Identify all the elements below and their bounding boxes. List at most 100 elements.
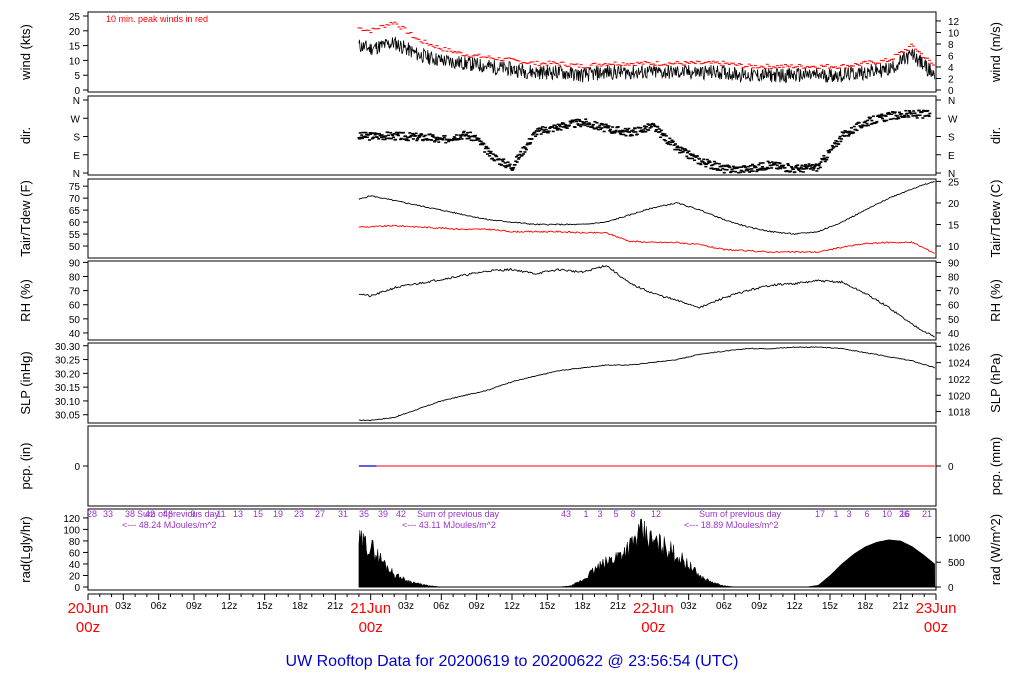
rh-right-tick-label: 50 <box>948 315 960 326</box>
day-label: 20Jun <box>68 600 109 617</box>
rad-ylabel: rad(Lgly/hr) <box>18 516 33 582</box>
x-tick-label: 15z <box>822 601 838 612</box>
panel-frame-slp <box>87 342 937 424</box>
rad-left-tick-label: 100 <box>63 525 80 536</box>
rad-note: Sum of previous day <box>699 509 782 519</box>
wind-right-tick-label: 12 <box>948 17 960 28</box>
temp-left-tick-label: 55 <box>69 230 81 241</box>
rh-right-tick-label: 40 <box>948 329 960 340</box>
rad-hour-label: 38 <box>125 509 135 519</box>
slp-right-tick-label: 1026 <box>948 342 971 353</box>
day-label-hour: 00z <box>924 619 948 636</box>
x-tick-label: 09z <box>186 601 202 612</box>
dir-left-tick-label: S <box>73 133 80 144</box>
slp-ylabel: SLP (inHg) <box>18 351 33 414</box>
x-tick-label: 06z <box>151 601 167 612</box>
dir-right-tick-label: E <box>948 151 955 162</box>
day-label-hour: 00z <box>76 619 100 636</box>
rad-hour-label: 26 <box>899 509 909 519</box>
x-tick-label: 21z <box>893 601 909 612</box>
rad-hour-label: 21 <box>922 509 932 519</box>
rad-hour-label: 3 <box>846 509 851 519</box>
panel-frame-dir <box>87 95 937 176</box>
panel-frame-wind <box>87 11 937 93</box>
dir-right-tick-label: W <box>948 114 958 125</box>
slp-left-tick-label: 30.05 <box>55 411 80 422</box>
rh-right-tick-label: 80 <box>948 273 960 284</box>
slp-left-tick-label: 30.15 <box>55 383 80 394</box>
rad-left-tick-label: 120 <box>63 514 80 525</box>
wind-right-tick-label: 10 <box>948 28 960 39</box>
x-tick-label: 03z <box>398 601 414 612</box>
wind-ylabel-right: wind (m/s) <box>988 22 1003 83</box>
temp-right-tick-label: 20 <box>948 199 960 210</box>
rad-hour-label: 17 <box>815 509 825 519</box>
temp-left-tick-label: 60 <box>69 218 81 229</box>
rad-hour-label: 23 <box>294 509 304 519</box>
day-label: 22Jun <box>633 600 674 617</box>
rad-left-tick-label: 60 <box>69 548 81 559</box>
chart-title: UW Rooftop Data for 20200619 to 20200622… <box>286 653 739 670</box>
pcp-right-tick-label: 0 <box>948 462 954 473</box>
rh-left-tick-label: 60 <box>69 301 81 312</box>
rad-hour-label: 12 <box>651 509 661 519</box>
x-tick-label: 09z <box>469 601 485 612</box>
x-tick-label: 15z <box>539 601 555 612</box>
slp-series <box>358 346 936 422</box>
temp-series-dew <box>358 224 935 254</box>
day-label: 21Jun <box>350 600 391 617</box>
slp-right-tick-label: 1022 <box>948 375 971 386</box>
day-label: 23Jun <box>916 600 957 617</box>
rh-right-tick-label: 90 <box>948 258 960 269</box>
panel-frame-temp <box>87 178 937 259</box>
rad-hour-label: 1 <box>833 509 838 519</box>
rad-note-line2: <--- 48.24 MJoules/m^2 <box>122 520 217 530</box>
slp-left-tick-label: 30.30 <box>55 342 80 353</box>
wind-right-tick-label: 8 <box>948 40 954 51</box>
temp-right-tick-label: 25 <box>948 177 960 188</box>
rad-left-tick-label: 80 <box>69 537 81 548</box>
dir-left-tick-label: E <box>73 151 80 162</box>
rad-hour-label: 13 <box>233 509 243 519</box>
panel-frame-rh <box>87 260 937 341</box>
rh-left-tick-label: 70 <box>69 287 81 298</box>
day-label-hour: 00z <box>641 619 665 636</box>
rad-hour-label: 43 <box>561 509 571 519</box>
wind-right-tick-label: 4 <box>948 63 954 74</box>
rh-left-tick-label: 80 <box>69 273 81 284</box>
rh-ylabel-right: RH (%) <box>988 279 1003 322</box>
rh-left-tick-label: 40 <box>69 329 81 340</box>
wind-left-tick-label: 20 <box>69 27 81 38</box>
rad-hour-label: 3 <box>597 509 602 519</box>
rh-ylabel: RH (%) <box>18 279 33 322</box>
x-tick-label: 15z <box>257 601 273 612</box>
temp-left-tick-label: 65 <box>69 206 81 217</box>
slp-right-tick-label: 1018 <box>948 408 971 419</box>
dir-left-tick-label: N <box>73 169 80 180</box>
rad-right-tick-label: 0 <box>948 583 954 594</box>
temp-left-tick-label: 75 <box>69 182 81 193</box>
rad-hour-label: 10 <box>882 509 892 519</box>
weather-chart: 0510152025024681012wind (kts) wind (m/s)1… <box>18 11 1003 670</box>
rad-hour-label: 33 <box>103 509 113 519</box>
temp-right-tick-label: 10 <box>948 242 960 253</box>
x-tick-label: 03z <box>115 601 131 612</box>
temp-right-tick-label: 15 <box>948 220 960 231</box>
temp-left-tick-label: 70 <box>69 194 81 205</box>
slp-left-tick-label: 30.20 <box>55 369 80 380</box>
x-tick-label: 09z <box>751 601 767 612</box>
x-tick-label: 03z <box>681 601 697 612</box>
wind-series-mean <box>358 36 936 84</box>
rh-left-tick-label: 90 <box>69 258 81 269</box>
dir-ylabel-right: dir. <box>988 127 1003 144</box>
rad-hour-label: 35 <box>359 509 369 519</box>
temp-ylabel-right: Tair/Tdew (C) <box>988 179 1003 257</box>
rad-hour-label: 42 <box>396 509 406 519</box>
rad-hour-label: 6 <box>864 509 869 519</box>
rad-ylabel-right: rad (W/m^2) <box>988 514 1003 585</box>
wind-left-tick-label: 5 <box>74 71 80 82</box>
rad-hour-label: 8 <box>630 509 635 519</box>
wind-right-tick-label: 6 <box>948 51 954 62</box>
dir-right-tick-label: N <box>948 96 955 107</box>
rad-hour-label: 27 <box>315 509 325 519</box>
